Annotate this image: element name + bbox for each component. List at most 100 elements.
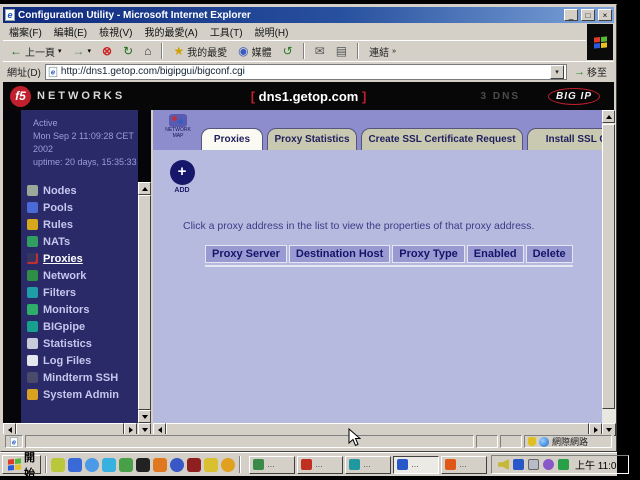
media-button[interactable]: ◉ 媒體 — [235, 43, 274, 60]
desktop-screen: e Configuration Utility - Microsoft Inte… — [0, 0, 640, 480]
proxy-table-header-row: Proxy Server Destination Host Proxy Type… — [205, 245, 573, 267]
tray-flag-icon[interactable] — [513, 459, 524, 470]
back-button[interactable]: ← 上一頁 ▾ — [7, 43, 65, 60]
maximize-button[interactable]: □ — [581, 9, 595, 21]
sidebar-item-proxies[interactable]: Proxies — [21, 250, 138, 267]
sidebar-item-filters[interactable]: Filters — [21, 284, 138, 301]
scrollbar-thumb[interactable] — [138, 195, 151, 410]
sidebar-item-statistics[interactable]: Statistics — [21, 335, 138, 352]
tray-app-icon[interactable] — [543, 459, 554, 470]
sidebar-item-log-files[interactable]: Log Files — [21, 352, 138, 369]
column-header-enabled: Enabled — [467, 245, 524, 263]
network-map-icon — [169, 114, 187, 127]
quick-launch-icon[interactable] — [51, 458, 65, 472]
globe-icon — [539, 437, 549, 447]
statistics-icon — [27, 338, 38, 349]
sidebar-item-pools[interactable]: Pools — [21, 199, 138, 216]
task-button[interactable]: … — [249, 456, 295, 474]
task-button[interactable]: … — [297, 456, 343, 474]
home-button[interactable]: ⌂ — [141, 44, 154, 58]
go-button[interactable]: → 移至 — [571, 63, 610, 80]
minimize-button[interactable]: _ — [564, 9, 578, 21]
forward-dropdown-icon[interactable]: ▾ — [88, 47, 92, 55]
sidebar-item-mindterm-ssh[interactable]: Mindterm SSH — [21, 369, 138, 386]
windows-logo — [587, 24, 613, 60]
network-map-button[interactable]: NETWORK MAP — [161, 114, 195, 139]
media-icon: ◉ — [238, 45, 248, 57]
history-button[interactable]: ↺ — [280, 44, 296, 58]
back-dropdown-icon[interactable]: ▾ — [58, 47, 62, 55]
system-admin-icon — [27, 389, 38, 400]
quick-launch-icon[interactable] — [221, 458, 235, 472]
sidebar-item-nodes[interactable]: Nodes — [21, 182, 138, 199]
browser-window: e Configuration Utility - Microsoft Inte… — [0, 4, 617, 452]
menu-item-tools[interactable]: 工具(T) — [210, 24, 243, 39]
scroll-down-icon[interactable] — [138, 410, 151, 423]
task-button[interactable]: … — [441, 456, 487, 474]
taskbar-separator — [239, 456, 241, 473]
app-icon — [445, 459, 456, 470]
sidebar-nav: Nodes Pools Rules NATs Proxies Network F… — [21, 182, 138, 403]
tab-proxies[interactable]: Proxies — [201, 128, 263, 150]
scroll-up-icon[interactable] — [138, 182, 151, 195]
menu-item-view[interactable]: 檢視(V) — [99, 24, 132, 39]
taskbar-clock: 上午 11:00 — [575, 457, 622, 472]
scroll-up-icon[interactable] — [602, 110, 615, 123]
tray-app-icon[interactable] — [558, 459, 569, 470]
menu-item-file[interactable]: 檔案(F) — [9, 24, 42, 39]
quick-launch-icon[interactable] — [68, 458, 82, 472]
address-input[interactable] — [61, 66, 547, 78]
forward-button[interactable]: → ▾ — [70, 44, 95, 58]
nats-icon — [27, 236, 38, 247]
network-monitor-icon[interactable] — [528, 459, 539, 470]
task-button-active[interactable]: … — [393, 456, 439, 474]
tab-create-ssl-certificate-request[interactable]: Create SSL Certificate Request — [361, 128, 523, 150]
address-dropdown-icon[interactable]: ▾ — [550, 65, 564, 79]
instruction-text: Click a proxy address in the list to vie… — [183, 220, 534, 232]
task-button[interactable]: … — [345, 456, 391, 474]
quick-launch-icon[interactable] — [170, 458, 184, 472]
app-icon — [253, 459, 264, 470]
sidebar-item-nats[interactable]: NATs — [21, 233, 138, 250]
title-bar[interactable]: e Configuration Utility - Microsoft Inte… — [3, 7, 614, 23]
main-vertical-scrollbar[interactable] — [602, 110, 616, 423]
menu-item-favorites[interactable]: 我的最愛(A) — [144, 24, 197, 39]
pools-icon — [27, 202, 38, 213]
quick-launch-icon[interactable] — [102, 458, 116, 472]
close-button[interactable]: × — [598, 9, 612, 21]
quick-launch-icon[interactable] — [85, 458, 99, 472]
quick-launch-icon[interactable] — [204, 458, 218, 472]
mail-button[interactable]: ✉ — [312, 44, 328, 58]
sidebar-item-network[interactable]: Network — [21, 267, 138, 284]
quick-launch-icon[interactable] — [187, 458, 201, 472]
sidebar-item-monitors[interactable]: Monitors — [21, 301, 138, 318]
tab-install-ssl-certificate[interactable]: Install SSL Certifi — [527, 128, 602, 150]
menu-item-edit[interactable]: 編輯(E) — [54, 24, 87, 39]
favorites-button[interactable]: ★ 我的最愛 — [170, 43, 230, 60]
refresh-icon: ↻ — [123, 45, 133, 57]
menu-item-help[interactable]: 說明(H) — [255, 24, 289, 39]
forward-icon: → — [73, 45, 85, 57]
quick-launch-icon[interactable] — [136, 458, 150, 472]
tab-proxy-statistics[interactable]: Proxy Statistics — [267, 128, 357, 150]
sidebar-vertical-scrollbar[interactable] — [138, 182, 151, 423]
sidebar-item-rules[interactable]: Rules — [21, 216, 138, 233]
proxies-icon — [27, 253, 38, 264]
sidebar-item-bigpipe[interactable]: BIGpipe — [21, 318, 138, 335]
scrollbar-thumb[interactable] — [602, 124, 615, 409]
refresh-button[interactable]: ↻ — [120, 44, 136, 58]
stop-button[interactable]: ⊗ — [99, 44, 115, 58]
column-header-delete: Delete — [526, 245, 573, 263]
volume-icon[interactable] — [498, 459, 509, 470]
links-bar[interactable]: 連結 » — [366, 43, 399, 60]
print-button[interactable]: ▤ — [333, 44, 350, 58]
system-datetime: Mon Sep 2 11:09:28 CET 2002 — [33, 130, 138, 156]
app-icon — [397, 459, 408, 470]
quick-launch-icon[interactable] — [119, 458, 133, 472]
quick-launch-bar — [51, 458, 235, 472]
column-header-proxy-type: Proxy Type — [392, 245, 465, 263]
start-button[interactable]: 開始 — [2, 455, 41, 474]
add-proxy-button[interactable]: + ADD — [167, 160, 197, 194]
quick-launch-icon[interactable] — [153, 458, 167, 472]
sidebar-item-system-admin[interactable]: System Admin — [21, 386, 138, 403]
